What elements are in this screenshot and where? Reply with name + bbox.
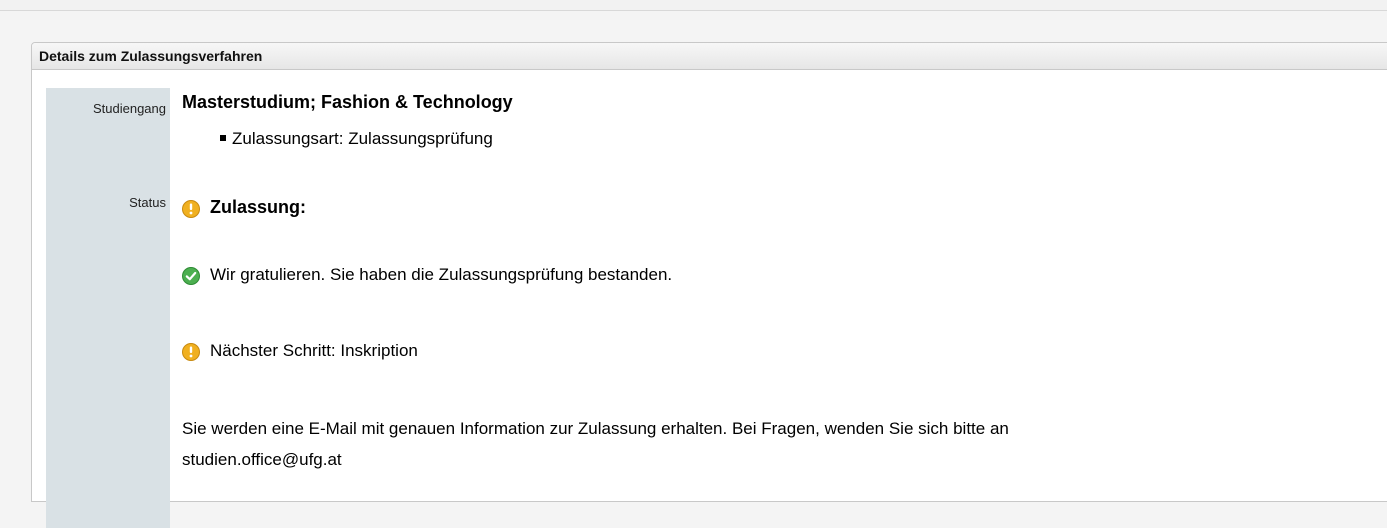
status-next-step: Nächster Schritt: Inskription [182,341,418,361]
check-icon [182,266,200,285]
label-column [46,88,170,528]
status-info: Sie werden eine E-Mail mit genauen Infor… [182,413,1362,475]
studiengang-bullet-item: Zulassungsart: Zulassungsprüfung [220,129,493,149]
warning-icon [182,342,200,361]
studiengang-label: Studiengang [92,101,166,116]
bullet-icon [220,134,226,141]
status-heading: Zulassung: [182,197,306,218]
next-step-text: Nächster Schritt: Inskription [210,341,418,360]
window-top-border [0,0,1387,11]
panel-title: Details zum Zulassungsverfahren [32,43,1387,70]
status-label: Status [129,195,166,210]
status-heading-text: Zulassung: [210,197,307,217]
zulassungsart-text: Zulassungsart: Zulassungsprüfung [232,129,493,148]
warning-icon [182,199,200,218]
details-panel: Details zum Zulassungsverfahren Studieng… [31,42,1387,528]
info-text-line1: Sie werden eine E-Mail mit genauen Infor… [182,419,1009,438]
status-passed: Wir gratulieren. Sie haben die Zulassung… [182,265,672,285]
studiengang-name: Masterstudium; Fashion & Technology [182,92,513,112]
info-email: studien.office@ufg.at [182,450,342,469]
passed-text: Wir gratulieren. Sie haben die Zulassung… [210,265,673,284]
